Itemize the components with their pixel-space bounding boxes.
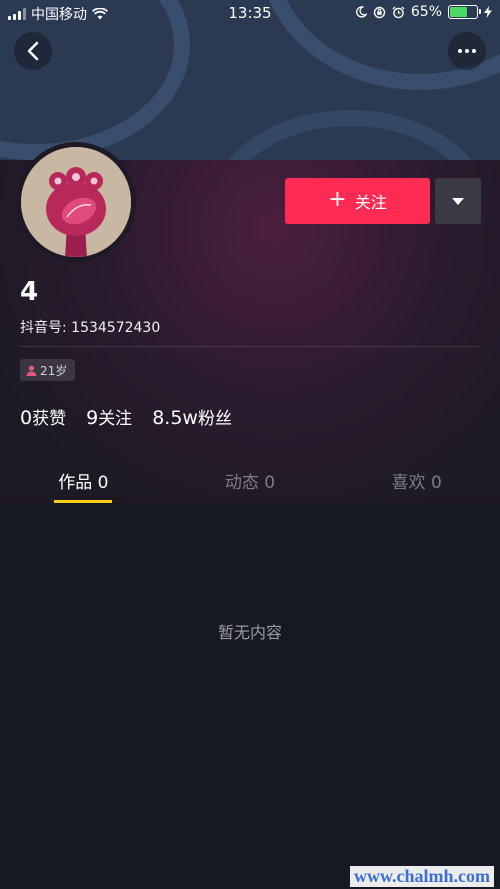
status-bar: 中国移动 13:35 65% — [0, 0, 500, 26]
stat-label: 获赞 — [32, 409, 67, 429]
age-badge: 21岁 — [20, 359, 76, 381]
battery-icon — [448, 5, 481, 19]
more-button[interactable] — [448, 32, 486, 70]
chevron-left-icon — [27, 41, 39, 61]
tab-likes[interactable]: 喜欢 0 — [333, 454, 500, 503]
header-decoration — [210, 110, 490, 160]
user-icon — [26, 365, 37, 376]
stat-value: 0 — [20, 407, 33, 429]
stat-value: 8.5w — [152, 407, 198, 429]
charging-icon — [484, 6, 492, 18]
douyin-id: 抖音号: 1534572430 — [20, 320, 161, 336]
tab-works[interactable]: 作品 0 — [0, 454, 167, 503]
stat-value: 9 — [86, 407, 99, 429]
profile-section: + 关注 4 抖音号: 1534572430 21岁 0获赞 9关注 8.5w粉… — [0, 142, 500, 503]
battery-percent: 65% — [410, 4, 442, 20]
triangle-down-icon — [452, 197, 464, 205]
content-area: 暂无内容 www.chalmh.com — [0, 503, 500, 889]
follow-label: 关注 — [354, 193, 387, 212]
divider — [20, 346, 480, 347]
alarm-icon — [392, 6, 405, 18]
battery-level — [450, 7, 467, 17]
stats-row: 0获赞 9关注 8.5w粉丝 — [20, 404, 232, 429]
back-button[interactable] — [14, 32, 52, 70]
plus-icon: + — [328, 187, 347, 212]
more-dots-icon — [458, 49, 476, 53]
avatar-illustration — [21, 147, 131, 257]
rotation-lock-icon — [373, 6, 386, 18]
profile-tabs: 作品 0 动态 0 喜欢 0 — [0, 454, 500, 503]
moon-icon — [355, 6, 367, 18]
stat-label: 粉丝 — [197, 409, 232, 429]
empty-state-text: 暂无内容 — [217, 623, 282, 642]
recommend-dropdown-button[interactable] — [435, 178, 481, 224]
stat-following[interactable]: 9关注 — [86, 404, 132, 429]
avatar[interactable] — [16, 142, 136, 262]
stat-label: 关注 — [98, 409, 133, 429]
follow-button[interactable]: + 关注 — [285, 178, 430, 224]
watermark: www.chalmh.com — [350, 866, 494, 887]
stat-followers[interactable]: 8.5w粉丝 — [152, 404, 232, 429]
age-text: 21岁 — [40, 363, 68, 378]
stat-likes[interactable]: 0获赞 — [20, 404, 66, 429]
nickname: 4 — [20, 277, 39, 307]
tab-moments[interactable]: 动态 0 — [167, 454, 334, 503]
